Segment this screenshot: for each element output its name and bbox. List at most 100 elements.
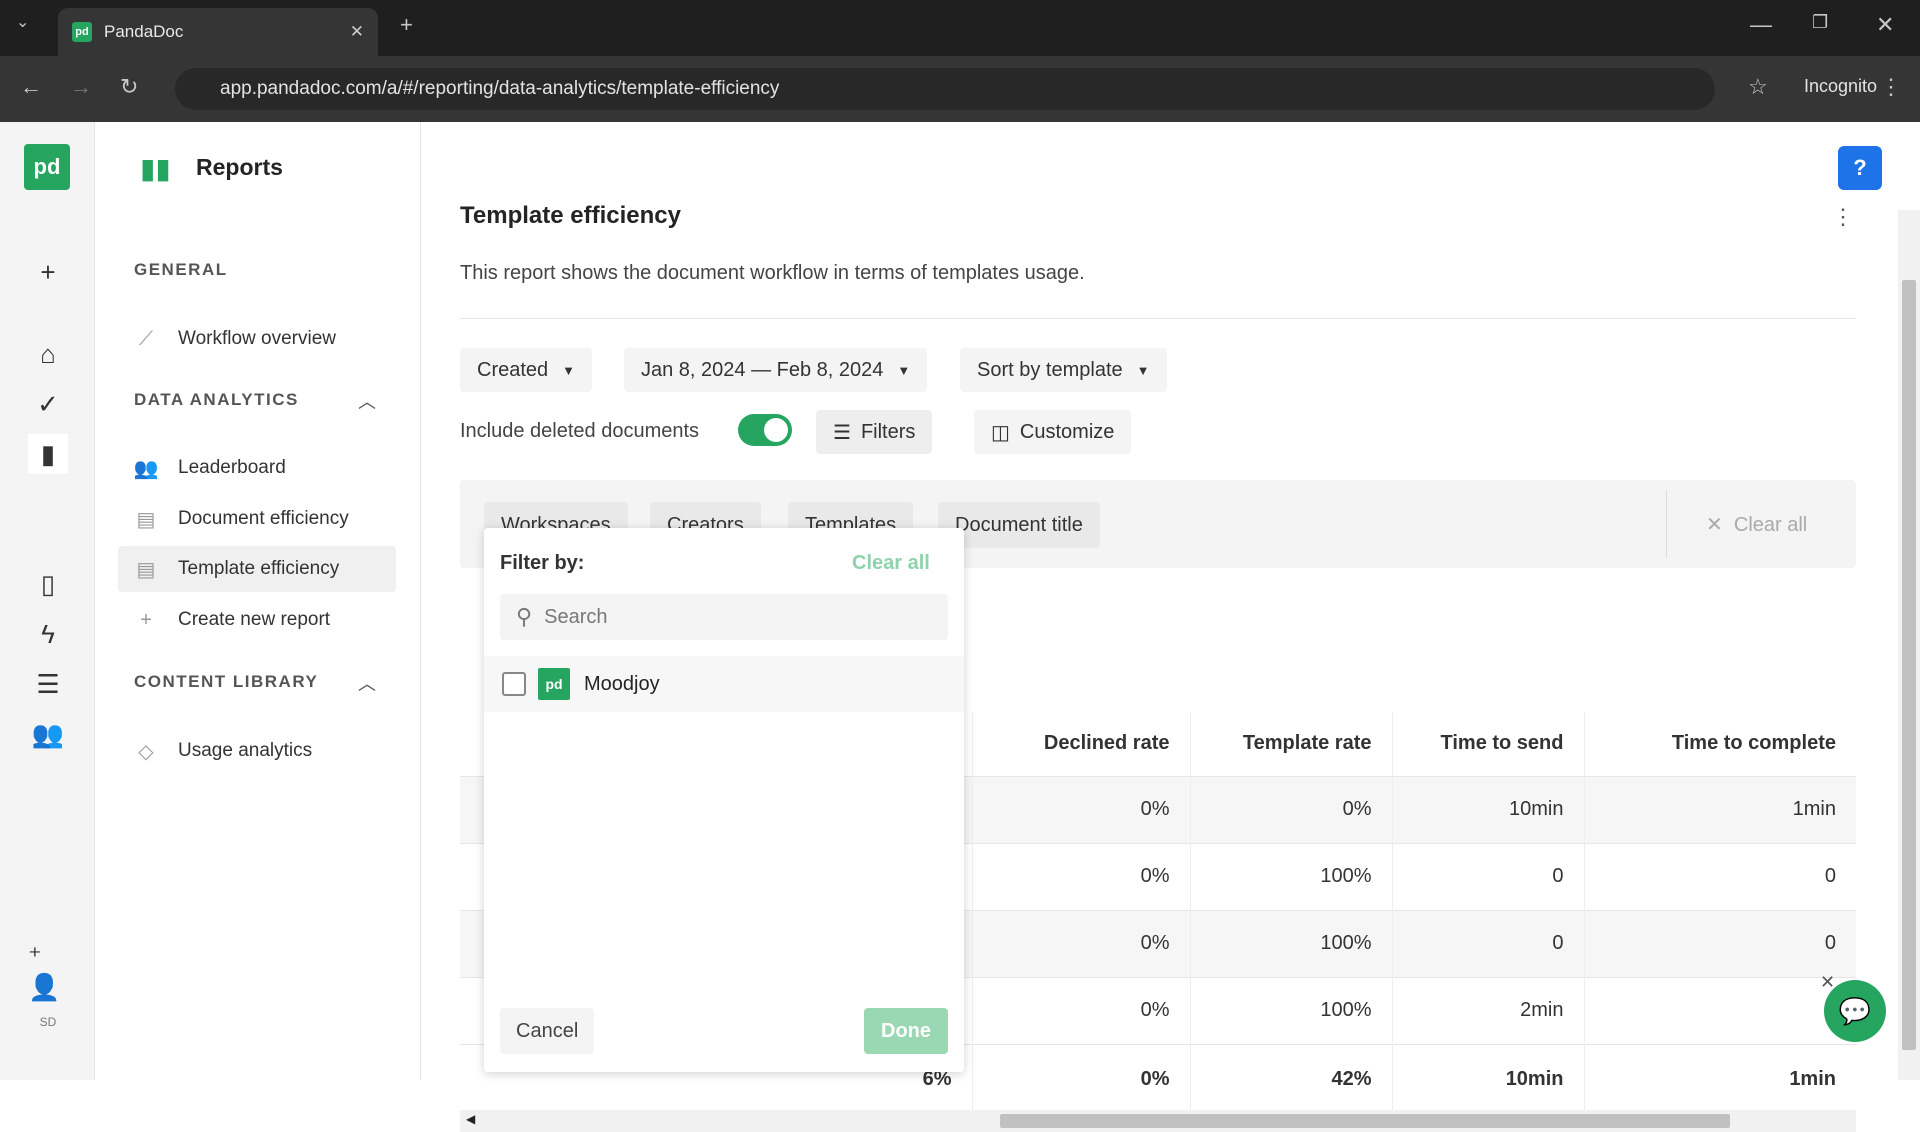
table-icon: ▤ <box>136 508 156 531</box>
new-tab-icon[interactable]: + <box>400 12 413 38</box>
table-cell: 0% <box>972 842 1191 910</box>
column-header[interactable]: Time to complete <box>1584 712 1856 776</box>
divider <box>1666 490 1667 558</box>
more-options-icon[interactable]: ⋮ <box>1832 204 1854 230</box>
popup-clear-all[interactable]: Clear all <box>852 552 930 575</box>
table-cell: 100% <box>1190 842 1393 910</box>
pandadoc-favicon: pd <box>72 22 92 42</box>
plus-icon[interactable]: + <box>28 252 68 292</box>
nav-create-new-report[interactable]: + Create new report <box>118 597 396 643</box>
table-cell: 10min <box>1392 1043 1585 1114</box>
column-header[interactable]: Declined rate <box>972 712 1191 776</box>
browser-tab-bar: ⌄ pd PandaDoc ✕ + — ❐ ✕ <box>0 0 1920 56</box>
vertical-scrollbar[interactable] <box>1898 210 1920 1080</box>
button-label: Filters <box>860 420 916 443</box>
shapes-icon: ◇ <box>138 740 154 763</box>
divider <box>460 318 1856 319</box>
close-tab-icon[interactable]: ✕ <box>350 22 364 42</box>
search-placeholder: Search <box>544 605 608 628</box>
workspace-logo-icon: pd <box>538 668 570 700</box>
scrollbar-thumb[interactable] <box>1902 280 1916 1050</box>
nav-label: Workflow overview <box>178 328 337 349</box>
customize-button[interactable]: ◫ Customize <box>974 410 1132 454</box>
done-button[interactable]: Done <box>864 1008 948 1054</box>
created-dropdown[interactable]: Created ▼ <box>460 348 593 392</box>
section-data-analytics: DATA ANALYTICS <box>134 390 299 409</box>
reload-icon[interactable]: ↻ <box>120 74 138 100</box>
table-icon: ▤ <box>136 558 156 581</box>
table-cell: 42% <box>1190 1043 1393 1114</box>
workspaces-filter-popup: Filter by: Clear all ⚲ Search pd Moodjoy … <box>484 528 964 1072</box>
nav-usage-analytics[interactable]: ◇ Usage analytics <box>118 728 396 774</box>
table-cell: 0 <box>1584 976 1856 1044</box>
table-cell: 10min <box>1392 775 1585 843</box>
table-cell: 0 <box>1392 842 1585 910</box>
table-cell: 1min <box>1584 1043 1856 1114</box>
workspace-checkbox[interactable] <box>502 672 526 696</box>
filter-icon: ☰ <box>833 421 851 444</box>
search-icon: ⚲ <box>516 604 533 629</box>
button-label: Clear all <box>1733 514 1808 536</box>
back-icon[interactable]: ← <box>20 74 42 100</box>
sort-dropdown[interactable]: Sort by template ▼ <box>960 348 1167 392</box>
nav-workflow-overview[interactable]: ⟋ Workflow overview <box>118 316 396 362</box>
automation-icon[interactable]: ϟ <box>28 614 68 654</box>
column-header[interactable]: Time to send <box>1392 712 1585 776</box>
table-cell: 0 <box>1392 909 1585 977</box>
workspace-label: Moodjoy <box>584 672 660 695</box>
star-icon[interactable]: ☆ <box>1748 74 1768 100</box>
minimize-icon[interactable]: — <box>1750 12 1772 38</box>
table-cell: 100% <box>1190 976 1393 1044</box>
users-icon: 👥 <box>133 457 159 480</box>
workspace-search-input[interactable]: ⚲ Search <box>500 594 948 640</box>
invite-user-icon[interactable]: ⁺👤 <box>28 941 68 1002</box>
chart-line-icon: ⟋ <box>139 327 153 350</box>
close-chat-icon[interactable]: ✕ <box>1820 972 1835 993</box>
horizontal-scrollbar[interactable]: ◀ <box>460 1110 1856 1132</box>
table-cell: 1min <box>1584 775 1856 843</box>
table-cell: 0% <box>972 775 1191 843</box>
tasks-icon[interactable]: ✓ <box>28 384 68 424</box>
url-field[interactable]: app.pandadoc.com/a/#/reporting/data-anal… <box>175 68 1715 110</box>
home-icon[interactable]: ⌂ <box>28 334 68 374</box>
columns-icon: ◫ <box>991 421 1010 444</box>
reports-icon[interactable]: ▮ <box>28 434 68 474</box>
contacts-icon[interactable]: 👥 <box>28 714 68 754</box>
clear-all-filters-button[interactable]: ✕ Clear all <box>1706 512 1807 537</box>
nav-document-efficiency[interactable]: ▤ Document efficiency <box>118 496 396 542</box>
forward-icon[interactable]: → <box>70 74 92 100</box>
filters-button[interactable]: ☰ Filters <box>816 410 933 454</box>
table-cell: 0% <box>972 1043 1191 1114</box>
incognito-label[interactable]: Incognito <box>1804 76 1877 97</box>
browser-tab[interactable]: pd PandaDoc ✕ <box>58 8 378 56</box>
cancel-button[interactable]: Cancel <box>500 1008 595 1054</box>
scrollbar-thumb[interactable] <box>1000 1114 1730 1128</box>
restore-icon[interactable]: ❐ <box>1812 12 1828 33</box>
scroll-left-icon[interactable]: ◀ <box>466 1112 475 1126</box>
dropdown-label: Jan 8, 2024 — Feb 8, 2024 <box>641 358 884 381</box>
pandadoc-logo[interactable]: pd <box>24 144 70 190</box>
documents-icon[interactable]: ▯ <box>28 564 68 604</box>
app-rail: + ⌂ ✓ ▮ ▯ ϟ ☰ 👥 ⁺👤 SD <box>0 122 95 1080</box>
button-label: Customize <box>1019 420 1115 443</box>
nav-label: Create new report <box>178 609 331 630</box>
date-range-dropdown[interactable]: Jan 8, 2024 — Feb 8, 2024 ▼ <box>624 348 928 392</box>
chevron-up-icon[interactable]: ︿ <box>358 388 376 414</box>
workspace-option[interactable]: pd Moodjoy <box>484 656 964 712</box>
tab-search-icon[interactable]: ⌄ <box>16 12 29 32</box>
nav-label: Template efficiency <box>178 558 340 579</box>
chevron-up-icon[interactable]: ︿ <box>358 670 376 696</box>
nav-leaderboard[interactable]: 👥 Leaderboard <box>118 445 396 491</box>
include-deleted-toggle[interactable] <box>738 414 792 446</box>
avatar[interactable]: SD <box>28 1002 68 1042</box>
menu-icon[interactable]: ⋮ <box>1880 74 1902 100</box>
caret-down-icon: ▼ <box>897 362 911 378</box>
close-window-icon[interactable]: ✕ <box>1876 12 1894 38</box>
column-header[interactable]: Template rate <box>1190 712 1393 776</box>
tab-title: PandaDoc <box>104 22 184 41</box>
plus-icon: + <box>140 608 152 631</box>
table-cell: 0% <box>1190 775 1393 843</box>
templates-icon[interactable]: ☰ <box>28 664 68 704</box>
nav-template-efficiency[interactable]: ▤ Template efficiency <box>118 546 396 592</box>
caret-down-icon: ▼ <box>562 362 576 378</box>
